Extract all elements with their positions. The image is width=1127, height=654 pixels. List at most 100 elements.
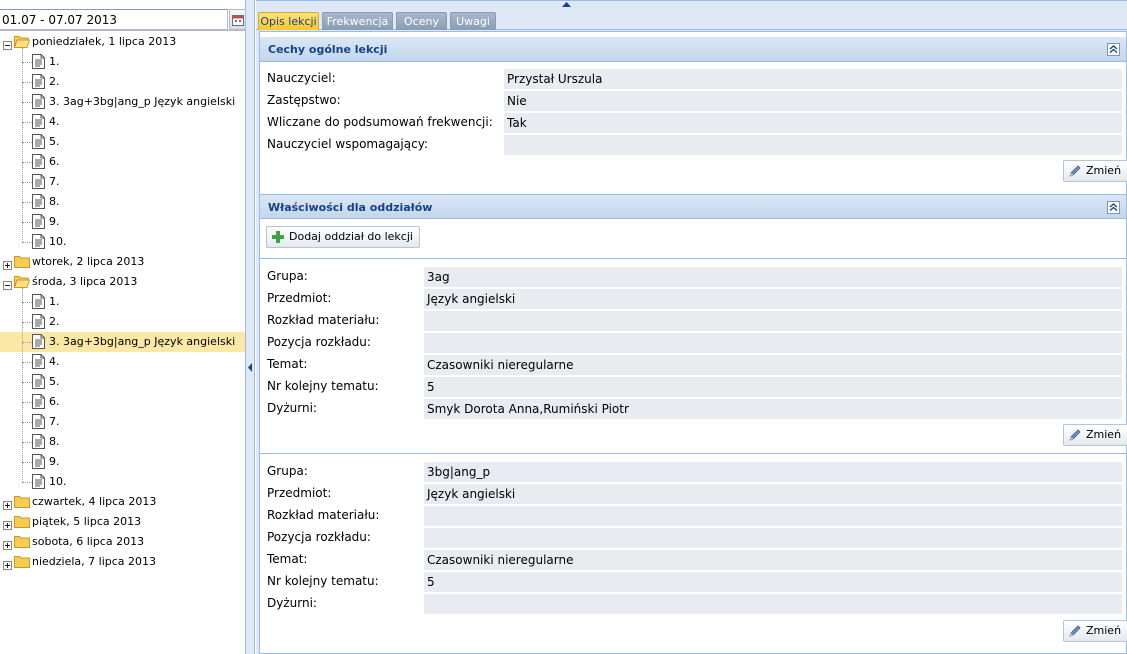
field-row: Nauczyciel: Przystał Urszula — [260, 68, 1126, 90]
tree-lesson-node[interactable]: 1. — [0, 52, 245, 72]
tree-connector — [22, 322, 32, 323]
tree-connector — [22, 182, 32, 183]
field-row: Nr kolejny tematu: 5 — [260, 571, 1126, 593]
pencil-icon — [1069, 429, 1081, 441]
field-value — [424, 528, 1122, 548]
document-icon — [32, 234, 45, 249]
tree-lesson-label: 3. 3ag+3bg|ang_p Język angielski — [49, 335, 236, 348]
field-value: Nie — [504, 91, 1122, 111]
document-icon — [32, 354, 45, 369]
general-panel-title: Cechy ogólne lekcji — [268, 43, 388, 56]
tree-lesson-node[interactable]: 8. — [0, 192, 245, 212]
tab-uwagi[interactable]: Uwagi — [450, 12, 496, 30]
tree-lesson-label: 10. — [49, 235, 67, 248]
tree-lesson-node[interactable]: 10. — [0, 232, 245, 252]
edit-group-1-button[interactable]: Zmień — [1063, 424, 1127, 446]
tree-lesson-node[interactable]: 7. — [0, 412, 245, 432]
document-icon — [32, 214, 45, 229]
date-picker-button[interactable] — [229, 9, 245, 30]
tree-connector — [22, 382, 32, 383]
tab-frekwencja[interactable]: Frekwencja — [322, 12, 393, 30]
calendar-icon — [232, 15, 244, 26]
collapse-up-icon[interactable] — [562, 2, 571, 7]
collapse-left-icon[interactable] — [248, 363, 253, 372]
tree-lesson-label: 8. — [49, 435, 60, 448]
tree-connector — [22, 162, 32, 163]
tree-lesson-node[interactable]: 2. — [0, 312, 245, 332]
tree-lesson-node[interactable]: 9. — [0, 452, 245, 472]
tab-oceny[interactable]: Oceny — [396, 12, 447, 30]
tree-lesson-node[interactable]: 3. 3ag+3bg|ang_p Język angielski — [0, 332, 245, 352]
edit-group-2-button[interactable]: Zmień — [1063, 620, 1127, 642]
field-value — [424, 506, 1122, 526]
tree-day-node[interactable]: poniedziałek, 1 lipca 2013 — [0, 32, 245, 52]
expand-node-icon[interactable] — [3, 521, 12, 530]
field-row: Pozycja rozkładu: — [260, 332, 1126, 354]
tree-connector — [22, 142, 32, 143]
tree-day-node[interactable]: sobota, 6 lipca 2013 — [0, 532, 245, 552]
field-value — [424, 333, 1122, 353]
tree-day-node[interactable]: środa, 3 lipca 2013 — [0, 272, 245, 292]
field-row: Wliczane do podsumowań frekwencji: Tak — [260, 112, 1126, 134]
expand-node-icon[interactable] — [3, 561, 12, 570]
field-row: Nr kolejny tematu: 5 — [260, 376, 1126, 398]
document-icon — [32, 294, 45, 309]
expand-node-icon[interactable] — [3, 501, 12, 510]
add-division-button[interactable]: Dodaj oddział do lekcji — [266, 226, 420, 248]
field-row: Rozkład materiału: — [260, 505, 1126, 527]
pencil-icon — [1069, 625, 1081, 637]
panel-splitter[interactable] — [246, 0, 255, 654]
lesson-tree: poniedziałek, 1 lipca 2013 1. 2. 3. 3ag+3bg… — [0, 32, 245, 572]
date-range-input[interactable] — [0, 9, 228, 30]
document-icon — [32, 374, 45, 389]
field-label: Temat: — [267, 357, 308, 371]
tree-connector — [22, 442, 32, 443]
tree-lesson-label: 1. — [49, 295, 60, 308]
collapse-node-icon[interactable] — [3, 41, 12, 50]
tree-lesson-node[interactable]: 4. — [0, 112, 245, 132]
tree-lesson-node[interactable]: 6. — [0, 392, 245, 412]
field-value: 5 — [424, 377, 1122, 397]
tree-lesson-node[interactable]: 9. — [0, 212, 245, 232]
field-value: Czasowniki nieregularne — [424, 550, 1122, 570]
add-division-label: Dodaj oddział do lekcji — [289, 230, 413, 243]
tree-day-node[interactable]: niedziela, 7 lipca 2013 — [0, 552, 245, 572]
tree-lesson-node[interactable]: 5. — [0, 372, 245, 392]
document-icon — [32, 434, 45, 449]
tree-day-node[interactable]: wtorek, 2 lipca 2013 — [0, 252, 245, 272]
folder-icon — [14, 496, 30, 508]
field-label: Nr kolejny tematu: — [267, 379, 379, 393]
tab-opis-lekcji[interactable]: Opis lekcji — [258, 12, 319, 30]
expand-node-icon[interactable] — [3, 261, 12, 270]
tree-connector — [22, 48, 23, 242]
document-icon — [32, 314, 45, 329]
collapse-node-icon[interactable] — [3, 281, 12, 290]
tree-lesson-node[interactable]: 6. — [0, 152, 245, 172]
field-label: Przedmiot: — [267, 291, 332, 305]
tree-lesson-node[interactable]: 5. — [0, 132, 245, 152]
edit-group-2-label: Zmień — [1086, 624, 1122, 637]
expand-node-icon[interactable] — [3, 541, 12, 550]
edit-general-button[interactable]: Zmień — [1063, 160, 1127, 182]
tree-lesson-node[interactable]: 3. 3ag+3bg|ang_p Język angielski — [0, 92, 245, 112]
document-icon — [32, 134, 45, 149]
tree-day-node[interactable]: piątek, 5 lipca 2013 — [0, 512, 245, 532]
field-value: Język angielski — [424, 484, 1122, 504]
tree-lesson-node[interactable]: 7. — [0, 172, 245, 192]
folder-icon — [14, 536, 30, 548]
tree-lesson-label: 9. — [49, 215, 60, 228]
tree-lesson-node[interactable]: 8. — [0, 432, 245, 452]
tree-lesson-node[interactable]: 2. — [0, 72, 245, 92]
tree-lesson-label: 4. — [49, 355, 60, 368]
general-panel-header: Cechy ogólne lekcji — [260, 37, 1126, 62]
tree-lesson-label: 3. 3ag+3bg|ang_p Język angielski — [49, 95, 236, 108]
collapse-panel-icon[interactable] — [1107, 43, 1120, 56]
tree-connector — [22, 102, 32, 103]
tree-lesson-node[interactable]: 4. — [0, 352, 245, 372]
collapse-panel-icon[interactable] — [1107, 201, 1120, 214]
tree-lesson-node[interactable]: 10. — [0, 472, 245, 492]
tree-day-node[interactable]: czwartek, 4 lipca 2013 — [0, 492, 245, 512]
field-label: Wliczane do podsumowań frekwencji: — [267, 115, 493, 129]
tree-lesson-node[interactable]: 1. — [0, 292, 245, 312]
field-label: Nauczyciel wspomagający: — [267, 137, 428, 151]
